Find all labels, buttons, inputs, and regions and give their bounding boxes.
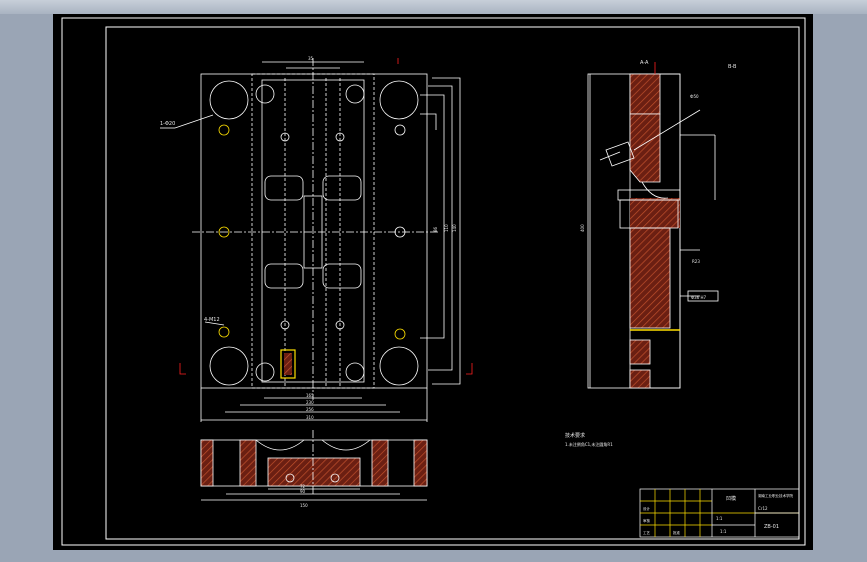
tech-req-title: 技术要求 <box>565 432 585 439</box>
title-row-2: 工艺 <box>643 530 651 535</box>
dim-side-3: 140 <box>452 224 457 232</box>
section-label-top: A-A <box>640 60 649 66</box>
right-fit: Φ36 H7 <box>691 295 707 300</box>
title-scale: 1:1 <box>720 529 727 534</box>
label-hole-note: 1-Φ20 <box>160 121 175 127</box>
cad-window: 1-Φ20 4-M12 35 86 110 140 165 230 256 31… <box>0 0 867 562</box>
annotation-layer: 1-Φ20 4-M12 35 86 110 140 165 230 256 31… <box>160 56 793 535</box>
title-material: Cr12 <box>758 506 768 511</box>
title-sheet: 1:1 <box>716 516 723 521</box>
title-row-1: 审核 <box>643 518 651 523</box>
dim-bottom-2: 230 <box>306 400 314 405</box>
dim-side-2: 110 <box>444 224 449 232</box>
bottom-dim-2: 90 <box>300 489 306 494</box>
title-row-3: 批准 <box>673 530 681 535</box>
section-label-right: B-B <box>728 64 737 70</box>
title-drawing-no: ZB-01 <box>764 524 779 530</box>
bottom-dim-3: 150 <box>300 503 308 508</box>
dim-top-width: 35 <box>308 56 314 61</box>
tech-req-line1: 1.未注倒角C1,未注圆角R1 <box>565 441 613 447</box>
dim-side-1: 86 <box>433 226 438 232</box>
title-company: 湖南工业职业技术学院 <box>758 493 793 498</box>
title-row-0: 设计 <box>643 506 651 511</box>
label-callout: 4-M12 <box>204 317 220 323</box>
dim-bottom-1: 165 <box>306 393 314 398</box>
right-dim-height: 400 <box>580 224 585 232</box>
title-drawing-name: 凹模 <box>726 495 736 502</box>
dim-overall: 310 <box>306 415 314 420</box>
right-note: R23 <box>692 259 700 264</box>
dim-bottom-3: 256 <box>306 407 314 412</box>
right-tag: Ф50 <box>690 94 699 99</box>
